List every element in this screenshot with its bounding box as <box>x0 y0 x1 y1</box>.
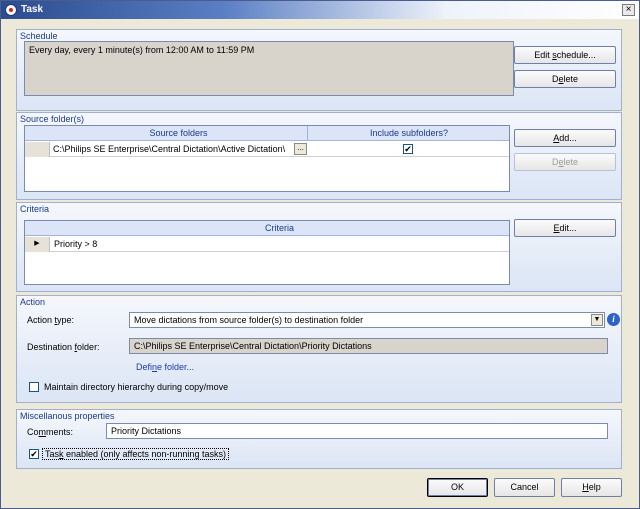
add-source-button[interactable]: Add... <box>514 129 616 147</box>
comments-label: Comments: <box>27 427 74 437</box>
action-group: Action Action type: Move dictations from… <box>16 295 622 403</box>
column-criteria[interactable]: Criteria <box>50 221 509 236</box>
schedule-title: Schedule <box>20 31 58 41</box>
source-folder-path[interactable]: C:\Philips SE Enterprise\Central Dictati… <box>53 142 293 157</box>
current-row-marker-icon[interactable]: ▶ <box>25 237 50 252</box>
comments-input[interactable]: Priority Dictations <box>106 423 608 439</box>
source-grid-header: Source folders Include subfolders? <box>25 126 509 141</box>
misc-properties-title: Miscellanous properties <box>20 411 115 421</box>
cancel-button[interactable]: Cancel <box>494 478 555 497</box>
criteria-grid-header: Criteria <box>25 221 509 236</box>
browse-folder-button[interactable]: ... <box>294 143 307 155</box>
task-dialog: Task × Schedule Every day, every 1 minut… <box>0 0 640 509</box>
define-folder-link[interactable]: Define folder... <box>136 362 194 372</box>
edit-criteria-button[interactable]: Edit... <box>514 219 616 237</box>
dialog-body: Schedule Every day, every 1 minute(s) fr… <box>2 20 638 508</box>
column-include-subfolders[interactable]: Include subfolders? <box>309 126 509 141</box>
destination-folder-label: Destination folder: <box>27 342 100 352</box>
table-row[interactable]: C:\Philips SE Enterprise\Central Dictati… <box>25 142 509 157</box>
action-type-label: Action type: <box>27 315 75 325</box>
window-title: Task <box>21 4 44 15</box>
title-bar[interactable]: Task × <box>1 1 639 19</box>
action-title: Action <box>20 297 46 307</box>
task-enabled-label: Task enabled (only affects non-running t… <box>42 448 229 460</box>
criteria-grid: Criteria ▶ Priority > 8 <box>24 220 510 285</box>
source-folders-title: Source folder(s) <box>20 114 85 124</box>
edit-schedule-button[interactable]: Edit schedule... <box>514 46 616 64</box>
maintain-hierarchy-label: Maintain directory hierarchy during copy… <box>44 382 229 392</box>
ok-button[interactable]: OK <box>427 478 488 497</box>
column-source-folders[interactable]: Source folders <box>50 126 308 141</box>
criteria-group: Criteria Criteria ▶ Priority > 8 Edit... <box>16 202 622 292</box>
source-folders-grid: Source folders Include subfolders? C:\Ph… <box>24 125 510 192</box>
misc-properties-group: Miscellanous properties Comments: Priori… <box>16 409 622 469</box>
source-folders-group: Source folder(s) Source folders Include … <box>16 112 622 200</box>
schedule-group: Schedule Every day, every 1 minute(s) fr… <box>16 29 622 111</box>
row-header[interactable] <box>25 142 50 157</box>
action-type-select[interactable]: Move dictations from source folder(s) to… <box>129 312 605 328</box>
task-enabled-checkbox[interactable]: ✔ <box>29 449 39 459</box>
criteria-value[interactable]: Priority > 8 <box>54 237 494 252</box>
delete-source-button[interactable]: Delete <box>514 153 616 171</box>
destination-folder-field: C:\Philips SE Enterprise\Central Dictati… <box>129 338 608 354</box>
include-subfolders-checkbox[interactable]: ✔ <box>403 144 413 154</box>
close-button[interactable]: × <box>622 4 635 16</box>
criteria-title: Criteria <box>20 204 50 214</box>
help-button[interactable]: Help <box>561 478 622 497</box>
info-icon[interactable]: i <box>607 313 620 326</box>
chevron-down-icon[interactable]: ▼ <box>591 314 603 326</box>
app-icon <box>5 4 17 16</box>
table-row[interactable]: ▶ Priority > 8 <box>25 237 509 252</box>
delete-schedule-button[interactable]: Delete <box>514 70 616 88</box>
schedule-summary: Every day, every 1 minute(s) from 12:00 … <box>24 41 514 96</box>
maintain-hierarchy-checkbox[interactable] <box>29 382 39 392</box>
